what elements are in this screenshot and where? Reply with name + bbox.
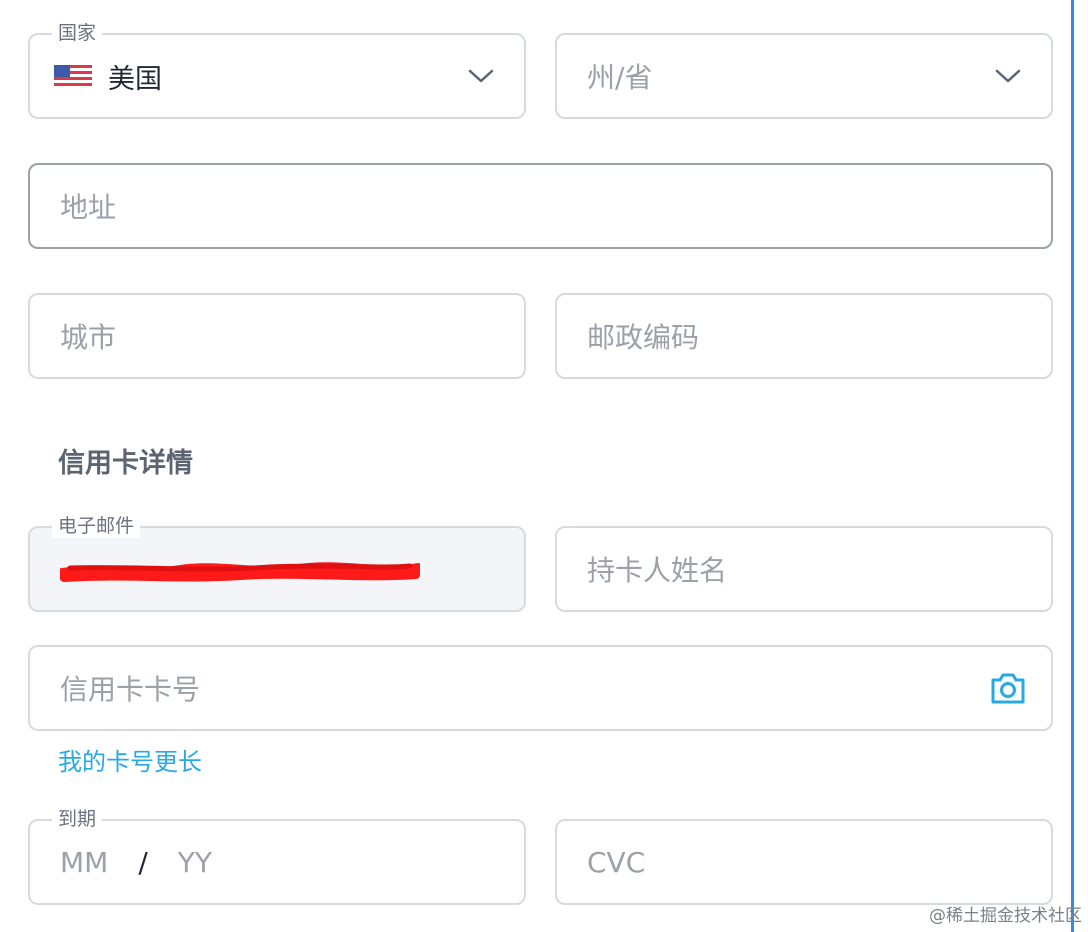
- redaction-mark: [60, 562, 420, 582]
- us-flag-icon: [54, 65, 92, 87]
- right-border: [1071, 0, 1074, 932]
- expiry-year-placeholder: YY: [177, 845, 212, 879]
- state-select[interactable]: 州/省: [555, 33, 1053, 119]
- email-field[interactable]: 电子邮件: [28, 514, 526, 612]
- chevron-down-icon: [468, 69, 494, 83]
- country-value: 美国: [54, 35, 162, 117]
- longer-card-number-link[interactable]: 我的卡号更长: [58, 742, 202, 777]
- city-placeholder: 城市: [60, 321, 117, 354]
- expiry-placeholder: MM / YY: [60, 821, 212, 903]
- credit-card-section-title: 信用卡详情: [58, 448, 193, 479]
- expiry-input[interactable]: 到期 MM / YY: [28, 807, 526, 905]
- email-legend: 电子邮件: [52, 514, 141, 538]
- expiry-month-placeholder: MM: [60, 845, 109, 879]
- country-label: 美国: [108, 63, 162, 95]
- cvc-input[interactable]: CVC: [555, 819, 1053, 905]
- postal-code-placeholder: 邮政编码: [587, 321, 700, 354]
- postal-code-input[interactable]: 邮政编码: [555, 293, 1053, 379]
- country-select[interactable]: 国家 美国: [28, 21, 526, 119]
- chevron-down-icon: [995, 69, 1021, 83]
- card-number-input[interactable]: 信用卡卡号: [28, 645, 1053, 731]
- address-placeholder: 地址: [60, 191, 117, 224]
- cvc-placeholder: CVC: [587, 845, 646, 879]
- watermark: @稀土掘金技术社区: [929, 906, 1082, 926]
- state-placeholder: 州/省: [587, 61, 653, 94]
- card-number-placeholder: 信用卡卡号: [60, 673, 201, 706]
- cardholder-name-placeholder: 持卡人姓名: [587, 554, 728, 587]
- camera-icon[interactable]: [989, 670, 1027, 706]
- city-input[interactable]: 城市: [28, 293, 526, 379]
- cardholder-name-input[interactable]: 持卡人姓名: [555, 526, 1053, 612]
- address-input[interactable]: 地址: [28, 163, 1053, 249]
- expiry-separator: /: [138, 845, 148, 879]
